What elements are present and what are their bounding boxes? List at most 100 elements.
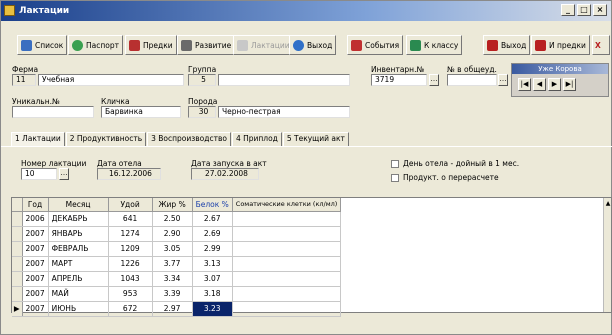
col-milk-yield[interactable]: Удой (108, 198, 153, 212)
cell-month[interactable]: ИЮНЬ (48, 301, 109, 317)
table-row[interactable]: 2007 АПРЕЛЬ 1043 3.34 3.07 (12, 271, 342, 287)
group-name-field[interactable] (218, 74, 350, 86)
cell-fat[interactable]: 2.90 (152, 226, 193, 242)
cell-milk-yield[interactable]: 672 (108, 301, 153, 317)
calving-date-field[interactable]: 16.12.2006 (97, 168, 161, 180)
last-record-icon[interactable]: ▶| (563, 78, 576, 91)
tab-lactations[interactable]: 1 Лактации (11, 132, 65, 146)
ancestors-button[interactable]: Предки (125, 35, 177, 55)
breed-name-field[interactable]: Черно-пестрая (218, 106, 350, 118)
nickname-field[interactable]: Барвинка (101, 106, 181, 118)
cell-fat[interactable]: 3.39 (152, 286, 193, 302)
maximize-icon[interactable]: □ (577, 4, 591, 16)
table-row[interactable]: 2007 МАЙ 953 3.39 3.18 (12, 286, 342, 302)
cell-milk-yield[interactable]: 1043 (108, 271, 153, 287)
group-field[interactable]: 5 (188, 74, 216, 86)
checkbox-box[interactable] (391, 173, 399, 182)
cell-year[interactable]: 2007 (22, 256, 49, 272)
cell-protein[interactable]: 2.67 (192, 211, 233, 227)
cell-month[interactable]: МАРТ (48, 256, 109, 272)
close-icon[interactable]: × (593, 4, 607, 16)
herdbook-dropdown-icon[interactable]: … (498, 74, 508, 86)
cell-protein-selected[interactable]: 3.23 (192, 301, 233, 317)
col-somatic-cells[interactable]: Соматические клетки (кл/мл) (232, 198, 342, 212)
farm-code-field[interactable]: 11 (12, 74, 36, 86)
development-button[interactable]: Развитие (177, 35, 236, 55)
events-button[interactable]: События (347, 35, 404, 55)
cell-milk-yield[interactable]: 641 (108, 211, 153, 227)
table-row[interactable]: 2007 МАРТ 1226 3.77 3.13 (12, 256, 342, 272)
prev-record-icon[interactable]: ◀ (533, 78, 546, 91)
grid-scrollbar[interactable]: ▲ (603, 198, 611, 312)
unique-field[interactable] (12, 106, 94, 118)
cell-month[interactable]: МАЙ (48, 286, 109, 302)
cell-somatic-cells[interactable] (232, 301, 342, 317)
cell-somatic-cells[interactable] (232, 241, 342, 257)
cell-milk-yield[interactable]: 1274 (108, 226, 153, 242)
exit-red-button[interactable]: Выход (483, 35, 531, 55)
cell-somatic-cells[interactable] (232, 256, 342, 272)
cell-somatic-cells[interactable] (232, 286, 342, 302)
cell-protein[interactable]: 3.18 (192, 286, 233, 302)
cell-protein[interactable]: 2.69 (192, 226, 233, 242)
scroll-up-icon[interactable]: ▲ (604, 200, 612, 207)
cell-somatic-cells[interactable] (232, 271, 342, 287)
next-record-icon[interactable]: ▶ (548, 78, 561, 91)
cell-month[interactable]: АПРЕЛЬ (48, 271, 109, 287)
cell-protein[interactable]: 2.99 (192, 241, 233, 257)
col-fat[interactable]: Жир % (152, 198, 193, 212)
cell-month[interactable]: ЯНВАРЬ (48, 226, 109, 242)
table-row[interactable]: 2007 ФЕВРАЛЬ 1209 3.05 2.99 (12, 241, 342, 257)
calving-day-checkbox[interactable]: День отела - дойный в 1 мес. (391, 159, 519, 168)
tab-offspring[interactable]: 4 Приплод (231, 132, 282, 146)
cell-year[interactable]: 2007 (22, 241, 49, 257)
cell-fat[interactable]: 3.05 (152, 241, 193, 257)
cell-month[interactable]: ДЕКАБРЬ (48, 211, 109, 227)
cell-fat[interactable]: 3.34 (152, 271, 193, 287)
col-year[interactable]: Год (22, 198, 49, 212)
cell-year[interactable]: 2007 (22, 301, 49, 317)
cell-fat[interactable]: 2.50 (152, 211, 193, 227)
cell-protein[interactable]: 3.13 (192, 256, 233, 272)
cell-protein[interactable]: 3.07 (192, 271, 233, 287)
recalc-checkbox[interactable]: Продукт. о перерасчете (391, 173, 499, 182)
breed-code-field[interactable]: 30 (188, 106, 216, 118)
first-record-icon[interactable]: |◀ (518, 78, 531, 91)
to-class-button[interactable]: К классу (406, 35, 463, 55)
exit-button[interactable]: Выход (289, 35, 337, 55)
start-date-field[interactable]: 27.02.2008 (191, 168, 259, 180)
lactations-button[interactable]: Лактации (233, 35, 294, 55)
cell-month[interactable]: ФЕВРАЛЬ (48, 241, 109, 257)
cell-milk-yield[interactable]: 1209 (108, 241, 153, 257)
cell-year[interactable]: 2007 (22, 271, 49, 287)
checkbox-box[interactable] (391, 159, 399, 168)
table-row[interactable]: 2007 ЯНВАРЬ 1274 2.90 2.69 (12, 226, 342, 242)
inventory-field[interactable]: 3719 (371, 74, 427, 86)
minimize-icon[interactable]: _ (561, 4, 575, 16)
cell-somatic-cells[interactable] (232, 211, 342, 227)
herdbook-field[interactable] (447, 74, 497, 86)
farm-name-field[interactable]: Учебная (38, 74, 184, 86)
tab-current-act[interactable]: 5 Текущий акт (282, 132, 349, 146)
cell-milk-yield[interactable]: 1226 (108, 256, 153, 272)
lactation-grid[interactable]: Год Месяц Удой Жир % Белок % Соматически… (11, 197, 612, 317)
cell-fat[interactable]: 3.77 (152, 256, 193, 272)
cell-year[interactable]: 2007 (22, 286, 49, 302)
table-row[interactable]: ▶ 2007 ИЮНЬ 672 2.97 3.23 (12, 301, 342, 317)
and-ancestors-button[interactable]: И предки (531, 35, 590, 55)
cell-milk-yield[interactable]: 953 (108, 286, 153, 302)
col-protein[interactable]: Белок % (192, 198, 233, 212)
cell-year[interactable]: 2007 (22, 226, 49, 242)
cell-year[interactable]: 2006 (22, 211, 49, 227)
tab-reproduction[interactable]: 3 Воспроизводство (147, 132, 231, 146)
lactation-number-field[interactable]: 10 (21, 168, 57, 180)
cell-somatic-cells[interactable] (232, 226, 342, 242)
passport-button[interactable]: Паспорт (68, 35, 123, 55)
col-month[interactable]: Месяц (48, 198, 109, 212)
close-form-button[interactable]: Х (592, 35, 610, 55)
tab-productivity[interactable]: 2 Продуктивность (65, 132, 147, 146)
table-row[interactable]: 2006 ДЕКАБРЬ 641 2.50 2.67 (12, 211, 342, 227)
inventory-dropdown-icon[interactable]: … (429, 74, 439, 86)
list-button[interactable]: Список (17, 35, 68, 55)
cell-fat[interactable]: 2.97 (152, 301, 193, 317)
